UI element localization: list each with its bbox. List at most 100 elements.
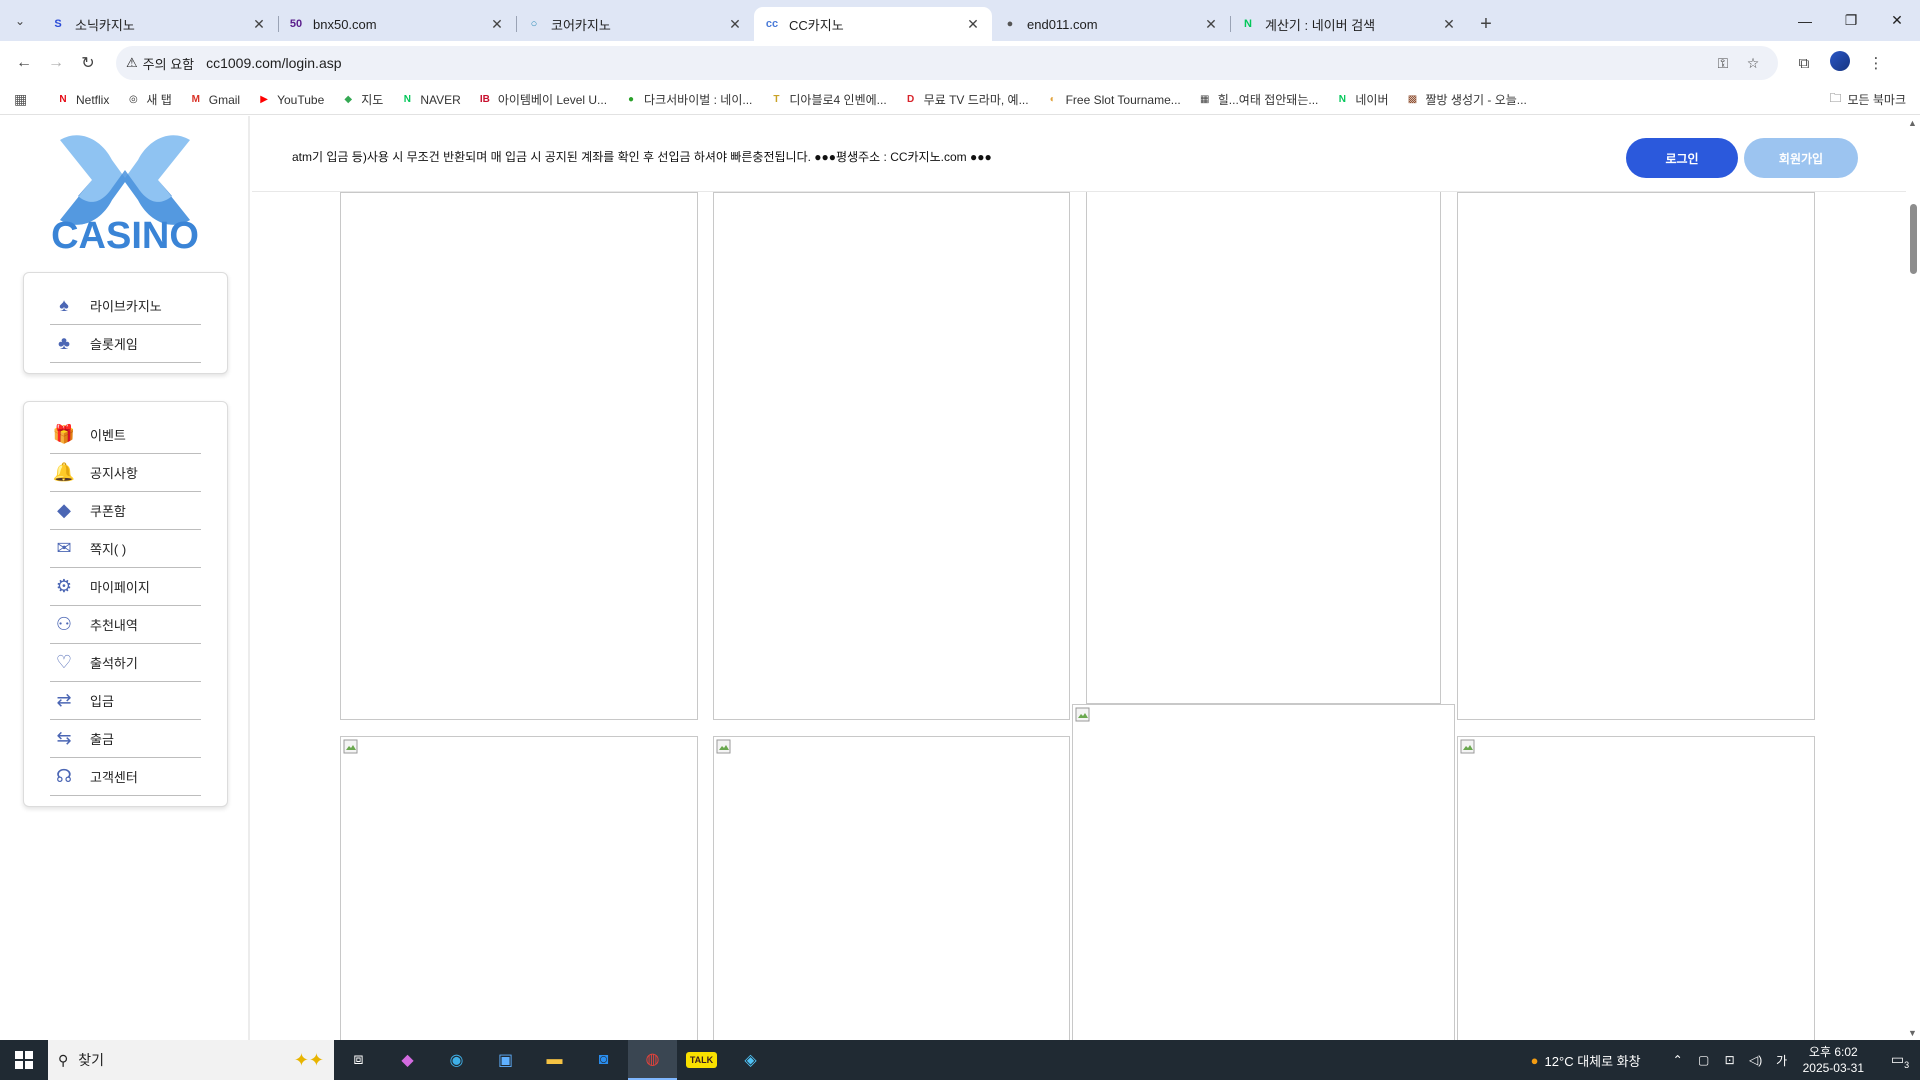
game-menu: ♠ 라이브카지노 ♣ 슬롯게임 xyxy=(23,272,228,374)
tab-close-icon[interactable]: ✕ xyxy=(1440,16,1458,33)
chrome-app-icon[interactable]: ◍ xyxy=(628,1040,677,1080)
apps-grid-icon[interactable]: ▦ xyxy=(14,91,34,108)
menu-item[interactable]: 🔔 공지사항 xyxy=(50,454,201,492)
game-card[interactable] xyxy=(1457,736,1815,1040)
game-card[interactable] xyxy=(340,736,698,1040)
game-card[interactable] xyxy=(1072,704,1455,1040)
store-app-icon[interactable]: ▣ xyxy=(481,1040,530,1080)
bookmark-item[interactable]: ● 다크서바이벌 : 네이... xyxy=(624,91,752,108)
tab-close-icon[interactable]: ✕ xyxy=(726,16,744,33)
menu-item-label: 이벤트 xyxy=(90,428,126,443)
tab-close-icon[interactable]: ✕ xyxy=(964,16,982,33)
bookmark-item[interactable]: N NAVER xyxy=(400,93,461,107)
tab-close-icon[interactable]: ✕ xyxy=(488,16,506,33)
weather-widget[interactable]: ● 12°C 대체로 화창 xyxy=(1531,1051,1641,1070)
reload-icon[interactable]: ↻ xyxy=(72,47,104,79)
weather-text: 12°C 대체로 화창 xyxy=(1544,1053,1641,1069)
bookmark-label: 지도 xyxy=(361,93,384,107)
task-view-icon[interactable]: ⧈ xyxy=(334,1040,383,1080)
profile-avatar[interactable] xyxy=(1822,51,1858,75)
tab-close-icon[interactable]: ✕ xyxy=(1202,16,1220,33)
notification-center-button[interactable]: ▭3 xyxy=(1880,1051,1920,1070)
browser-tab[interactable]: S 소닉카지노 ✕ xyxy=(40,7,278,41)
outlook-app-icon[interactable]: ◙ xyxy=(579,1040,628,1080)
menu-item[interactable]: 🎁 이벤트 xyxy=(50,416,201,454)
menu-item[interactable]: ⚇ 추천내역 xyxy=(50,606,201,644)
password-key-icon[interactable]: ⚿ xyxy=(1708,55,1738,72)
game-card[interactable] xyxy=(1457,192,1815,720)
kakaotalk-app-icon[interactable]: TALK xyxy=(677,1040,726,1080)
menu-item[interactable]: ☊ 고객센터 xyxy=(50,758,201,796)
bookmark-label: 힐...여태 접안돼는... xyxy=(1217,93,1319,107)
game-card[interactable] xyxy=(713,736,1070,1040)
game-card[interactable] xyxy=(340,192,698,720)
bookmark-item[interactable]: N Netflix xyxy=(56,93,109,107)
file-explorer-icon[interactable]: ▬ xyxy=(530,1040,579,1080)
close-window-icon[interactable]: ✕ xyxy=(1874,0,1920,41)
media-app-icon[interactable]: ◈ xyxy=(726,1040,775,1080)
login-button[interactable]: 로그인 xyxy=(1626,138,1738,178)
copilot-app-icon[interactable]: ◆ xyxy=(383,1040,432,1080)
menu-item[interactable]: ◆ 쿠폰함 xyxy=(50,492,201,530)
bookmark-item[interactable]: ◎ 새 탭 xyxy=(126,91,172,108)
casino-logo[interactable]: CASINO xyxy=(40,130,210,256)
edge-browser-icon[interactable]: ◉ xyxy=(432,1040,481,1080)
tab-close-icon[interactable]: ✕ xyxy=(250,16,268,33)
menu-item[interactable]: ♣ 슬롯게임 xyxy=(50,325,201,363)
forward-icon[interactable]: → xyxy=(40,47,72,79)
security-warning[interactable]: ⚠ 주의 요함 xyxy=(126,54,206,73)
restore-icon[interactable]: ❐ xyxy=(1828,0,1874,41)
bookmark-item[interactable]: N 네이버 xyxy=(1335,91,1389,108)
windows-start-button[interactable] xyxy=(0,1040,48,1080)
scroll-down-icon[interactable]: ▼ xyxy=(1908,1028,1917,1038)
minimize-icon[interactable]: — xyxy=(1782,0,1828,41)
browser-tab[interactable]: cc CC카지노 ✕ xyxy=(754,7,992,41)
bookmark-star-icon[interactable]: ☆ xyxy=(1738,55,1768,72)
menu-item-label: 슬롯게임 xyxy=(90,337,138,352)
browser-tab[interactable]: 50 bnx50.com ✕ xyxy=(278,7,516,41)
game-card[interactable] xyxy=(1086,192,1441,704)
taskbar-search[interactable]: ⚲ 찾기 ✦✦ xyxy=(48,1040,334,1080)
page-scrollbar[interactable]: ▲ ▼ xyxy=(1906,116,1920,1040)
menu-item[interactable]: ♠ 라이브카지노 xyxy=(50,287,201,325)
tray-overflow-icon[interactable]: ⌃ xyxy=(1665,1053,1691,1067)
scrollbar-thumb[interactable] xyxy=(1910,204,1917,274)
game-card[interactable] xyxy=(713,192,1070,720)
menu-item[interactable]: ✉ 쪽지( ) xyxy=(50,530,201,568)
bookmark-item[interactable]: D 무료 TV 드라마, 예... xyxy=(904,91,1029,108)
input-method-icon[interactable]: 가 xyxy=(1769,1052,1795,1069)
menu-item[interactable]: ♡ 출석하기 xyxy=(50,644,201,682)
browser-tab[interactable]: ○ 코어카지노 ✕ xyxy=(516,7,754,41)
bookmark-item[interactable]: T 디아블로4 인벤에... xyxy=(769,91,886,108)
bookmark-item[interactable]: ▦ 힐...여태 접안돼는... xyxy=(1198,91,1319,108)
signup-button[interactable]: 회원가입 xyxy=(1744,138,1858,178)
gift-icon: 🎁 xyxy=(52,424,76,444)
bookmark-item[interactable]: ◐ Free Slot Tourname... xyxy=(1046,93,1181,107)
back-icon[interactable]: ← xyxy=(8,47,40,79)
users-plus-icon: ⚇ xyxy=(55,614,73,634)
address-bar[interactable]: ⚠ 주의 요함 cc1009.com/login.asp ⚿ ☆ xyxy=(116,46,1778,80)
clock-date: 2025-03-31 xyxy=(1802,1061,1864,1075)
network-icon[interactable]: ⊡ xyxy=(1717,1053,1743,1067)
menu-item[interactable]: ⚙ 마이페이지 xyxy=(50,568,201,606)
bookmark-item[interactable]: IB 아이템베이 Level U... xyxy=(478,91,607,108)
extensions-icon[interactable]: ⧉ xyxy=(1786,55,1822,72)
scroll-up-icon[interactable]: ▲ xyxy=(1908,118,1917,128)
new-tab-button[interactable]: + xyxy=(1468,7,1504,41)
clock[interactable]: 오후 6:02 2025-03-31 xyxy=(1803,1044,1864,1076)
bookmark-icon: IB xyxy=(479,94,490,105)
tab-search-button[interactable]: ⌄ xyxy=(0,0,40,41)
menu-item[interactable]: ⇆ 출금 xyxy=(50,720,201,758)
bookmark-item[interactable]: ▩ 짤방 생성기 - 오늘... xyxy=(1406,91,1527,108)
meet-icon[interactable]: ▢ xyxy=(1691,1053,1717,1067)
bookmark-item[interactable]: M Gmail xyxy=(189,93,241,107)
bookmark-item[interactable]: ▶ YouTube xyxy=(257,93,324,107)
bookmark-item[interactable]: ◆ 지도 xyxy=(341,91,383,108)
volume-icon[interactable]: ◁) xyxy=(1743,1053,1769,1067)
url-text[interactable]: cc1009.com/login.asp xyxy=(206,55,1708,71)
all-bookmarks-button[interactable]: 🗀 모든 북마크 xyxy=(1829,89,1906,110)
menu-item[interactable]: ⇄ 입금 xyxy=(50,682,201,720)
browser-tab[interactable]: ● end011.com ✕ xyxy=(992,7,1230,41)
menu-kebab-icon[interactable]: ⋮ xyxy=(1858,54,1894,72)
browser-tab[interactable]: N 계산기 : 네이버 검색 ✕ xyxy=(1230,7,1468,41)
